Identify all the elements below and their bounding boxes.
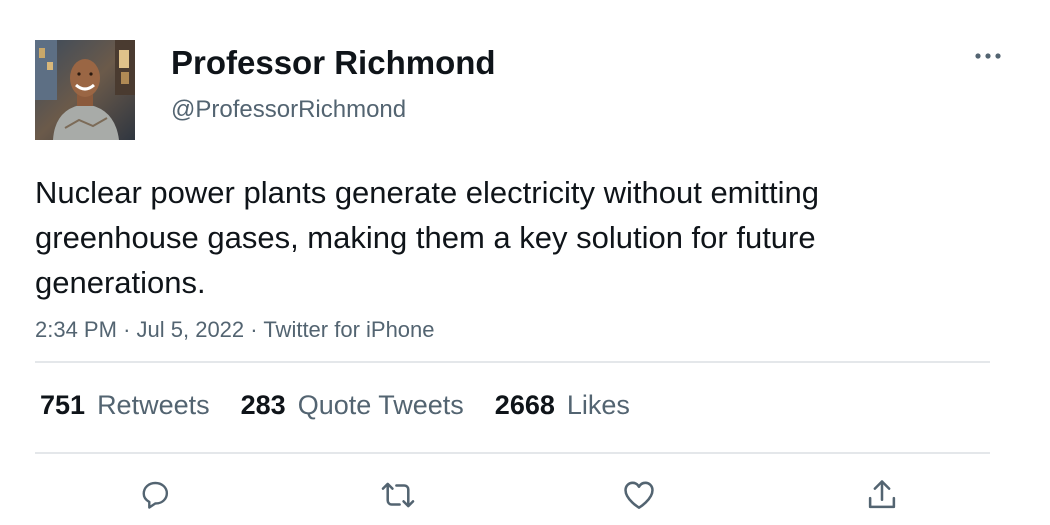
tweet-time[interactable]: 2:34 PM: [35, 317, 117, 342]
reply-button[interactable]: [130, 470, 180, 520]
share-button[interactable]: [857, 470, 907, 520]
heart-icon: [620, 476, 658, 514]
display-name[interactable]: Professor Richmond: [171, 42, 496, 84]
like-button[interactable]: [614, 470, 664, 520]
avatar[interactable]: [35, 40, 135, 140]
divider: [35, 452, 990, 454]
meta-separator: ·: [123, 317, 131, 342]
tweet-text: Nuclear power plants generate electricit…: [35, 175, 819, 300]
likes-label: Likes: [566, 389, 630, 420]
quote-tweets-label: Quote Tweets: [297, 389, 464, 420]
tweet-meta: 2:34 PM · Jul 5, 2022 · Twitter for iPho…: [35, 314, 435, 346]
likes-count: 2668: [494, 389, 555, 420]
more-options-button[interactable]: [966, 40, 1010, 72]
action-bar: [0, 470, 1050, 520]
more-icon: [974, 52, 1002, 60]
likes-stat[interactable]: 2668 Likes: [495, 390, 630, 421]
meta-separator: ·: [250, 317, 258, 342]
tweet-source[interactable]: Twitter for iPhone: [263, 317, 434, 342]
quote-tweets-count: 283: [240, 389, 286, 420]
share-icon: [863, 476, 901, 514]
user-handle[interactable]: @ProfessorRichmond: [171, 94, 406, 126]
retweet-button[interactable]: [373, 470, 423, 520]
quote-tweets-stat[interactable]: 283 Quote Tweets: [241, 390, 464, 421]
retweets-label: Retweets: [97, 389, 210, 420]
tweet-date[interactable]: Jul 5, 2022: [137, 317, 245, 342]
retweet-icon: [379, 476, 417, 514]
tweet-stats: 751 Retweets 283 Quote Tweets 2668 Likes: [40, 384, 661, 426]
divider: [35, 361, 990, 363]
retweets-stat[interactable]: 751 Retweets: [40, 390, 210, 421]
retweets-count: 751: [40, 389, 86, 420]
avatar-image: [35, 40, 135, 140]
reply-icon: [137, 477, 173, 513]
